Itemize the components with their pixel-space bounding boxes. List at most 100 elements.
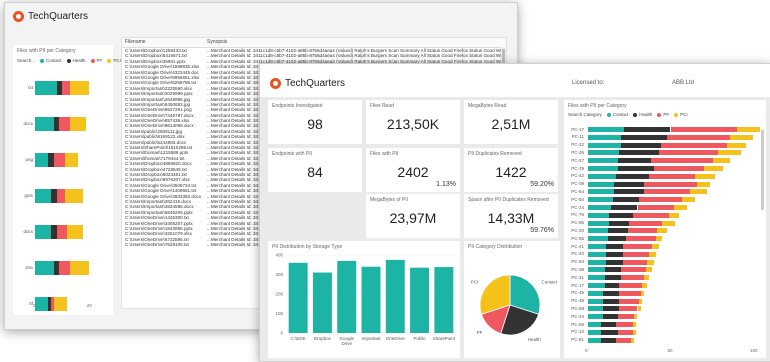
bar-segment-pf[interactable]	[619, 290, 641, 296]
stacked-bar[interactable]	[588, 267, 753, 273]
bar-segment-pci[interactable]	[690, 189, 707, 195]
kpi-card[interactable]: Files with PII 2402 1.13%	[366, 148, 460, 192]
bar-segment-contact[interactable]	[35, 189, 52, 203]
bar-segment-contact[interactable]	[588, 228, 608, 234]
bar-segment-pci[interactable]	[632, 329, 636, 335]
stacked-bar[interactable]	[588, 173, 753, 179]
bar-segment-pf[interactable]	[621, 275, 645, 281]
bar-segment-pf[interactable]	[637, 205, 674, 210]
bar-segment-pci[interactable]	[662, 220, 676, 226]
bar-segment-pci[interactable]	[703, 166, 724, 171]
bar-segment-health[interactable]	[614, 181, 645, 187]
bar-segment-pf[interactable]	[670, 127, 737, 132]
stacked-bar[interactable]	[588, 158, 753, 164]
stacked-bar[interactable]	[588, 275, 753, 281]
stacked-bar[interactable]	[35, 153, 105, 167]
bar-segment-pf[interactable]	[619, 283, 643, 288]
bar-segment-pf[interactable]	[619, 306, 638, 312]
bar-segment-contact[interactable]	[35, 261, 54, 275]
kpi-card[interactable]	[268, 194, 362, 238]
bar-segment-pci[interactable]	[655, 236, 663, 242]
bar-segment-health[interactable]	[621, 134, 668, 140]
bar-segment-contact[interactable]	[588, 275, 605, 281]
bar-segment-pf[interactable]	[616, 322, 633, 327]
bar-segment-pf[interactable]	[621, 267, 646, 273]
bar-segment-pci[interactable]	[70, 117, 87, 131]
kpi-card[interactable]: Files Read 213,50K	[366, 100, 460, 144]
stacked-bar[interactable]	[35, 297, 105, 311]
bar-segment-pci[interactable]	[726, 142, 747, 148]
storage-bar[interactable]	[361, 266, 381, 333]
bar-segment-health[interactable]	[617, 166, 654, 171]
bar-segment-pf[interactable]	[625, 236, 656, 242]
stacked-bar[interactable]	[588, 166, 753, 171]
bar-segment-contact[interactable]	[588, 244, 607, 249]
bar-segment-health[interactable]	[602, 314, 618, 320]
bar-segment-pf[interactable]	[59, 261, 70, 275]
stacked-bar[interactable]	[588, 212, 753, 218]
bar-segment-pci[interactable]	[649, 251, 656, 257]
stacked-bar[interactable]	[35, 261, 105, 275]
legend-search[interactable]: Search Category	[568, 112, 602, 117]
bar-segment-health[interactable]	[617, 158, 651, 164]
bar-segment-pf[interactable]	[629, 220, 663, 226]
bar-segment-health[interactable]	[607, 236, 626, 242]
bar-segment-health[interactable]	[624, 127, 671, 132]
bar-segment-contact[interactable]	[35, 297, 49, 311]
bar-segment-health[interactable]	[609, 220, 630, 226]
bar-segment-contact[interactable]	[588, 267, 605, 273]
chart-legend[interactable]: Search... Contact Health PF PCI	[17, 58, 121, 63]
chart-legend[interactable]: Search Category Contact Health PF PCI	[568, 112, 688, 117]
stacked-bar[interactable]	[588, 244, 753, 249]
stacked-bar[interactable]	[35, 225, 105, 239]
bar-segment-pci[interactable]	[668, 212, 679, 218]
bar-segment-pf[interactable]	[622, 244, 653, 249]
bar-segment-contact[interactable]	[35, 81, 57, 95]
bar-segment-health[interactable]	[606, 251, 623, 257]
stacked-bar[interactable]	[588, 259, 753, 265]
bar-segment-pf[interactable]	[667, 134, 730, 140]
stacked-bar[interactable]	[588, 228, 753, 234]
bar-segment-pci[interactable]	[682, 197, 696, 203]
stacked-bar[interactable]	[588, 314, 753, 320]
stacked-bar[interactable]	[35, 81, 105, 95]
bar-segment-pf[interactable]	[627, 228, 658, 234]
bar-segment-contact[interactable]	[588, 181, 615, 187]
bar-segment-contact[interactable]	[588, 337, 602, 343]
bar-segment-contact[interactable]	[588, 150, 620, 156]
bar-segment-contact[interactable]	[588, 127, 625, 132]
stacked-bar[interactable]	[588, 127, 760, 132]
bar-segment-health[interactable]	[616, 173, 650, 179]
bar-segment-contact[interactable]	[588, 134, 621, 140]
stacked-bar[interactable]	[588, 197, 753, 203]
bar-segment-health[interactable]	[601, 322, 617, 327]
bar-segment-health[interactable]	[604, 283, 620, 288]
storage-bar[interactable]	[288, 262, 308, 333]
kpi-card[interactable]: Space after PII Duplicates Removed 14,33M…	[464, 194, 558, 238]
bar-segment-health[interactable]	[619, 150, 659, 156]
bar-segment-health[interactable]	[606, 244, 623, 249]
bar-segment-pf[interactable]	[56, 225, 68, 239]
stacked-bar[interactable]	[588, 205, 753, 210]
bar-segment-contact[interactable]	[35, 225, 52, 239]
bar-segment-contact[interactable]	[588, 283, 605, 288]
bar-segment-pf[interactable]	[632, 212, 669, 218]
bar-segment-pci[interactable]	[736, 127, 760, 132]
bar-segment-pci[interactable]	[729, 134, 753, 140]
bar-segment-contact[interactable]	[588, 173, 617, 179]
bar-segment-pci[interactable]	[696, 181, 711, 187]
storage-bar[interactable]	[312, 272, 332, 333]
stacked-bar[interactable]	[588, 220, 753, 226]
bar-segment-pf[interactable]	[617, 314, 635, 320]
bar-segment-pci[interactable]	[695, 173, 716, 179]
bar-segment-contact[interactable]	[35, 153, 49, 167]
bar-segment-health[interactable]	[614, 189, 645, 195]
bar-segment-pci[interactable]	[67, 225, 84, 239]
bar-segment-pci[interactable]	[644, 275, 650, 281]
stacked-bar[interactable]	[588, 283, 753, 288]
bar-segment-pf[interactable]	[53, 153, 65, 167]
stacked-bar[interactable]	[588, 236, 753, 242]
bar-segment-pci[interactable]	[640, 290, 645, 296]
bar-segment-pci[interactable]	[642, 283, 648, 288]
bar-segment-contact[interactable]	[588, 158, 618, 164]
